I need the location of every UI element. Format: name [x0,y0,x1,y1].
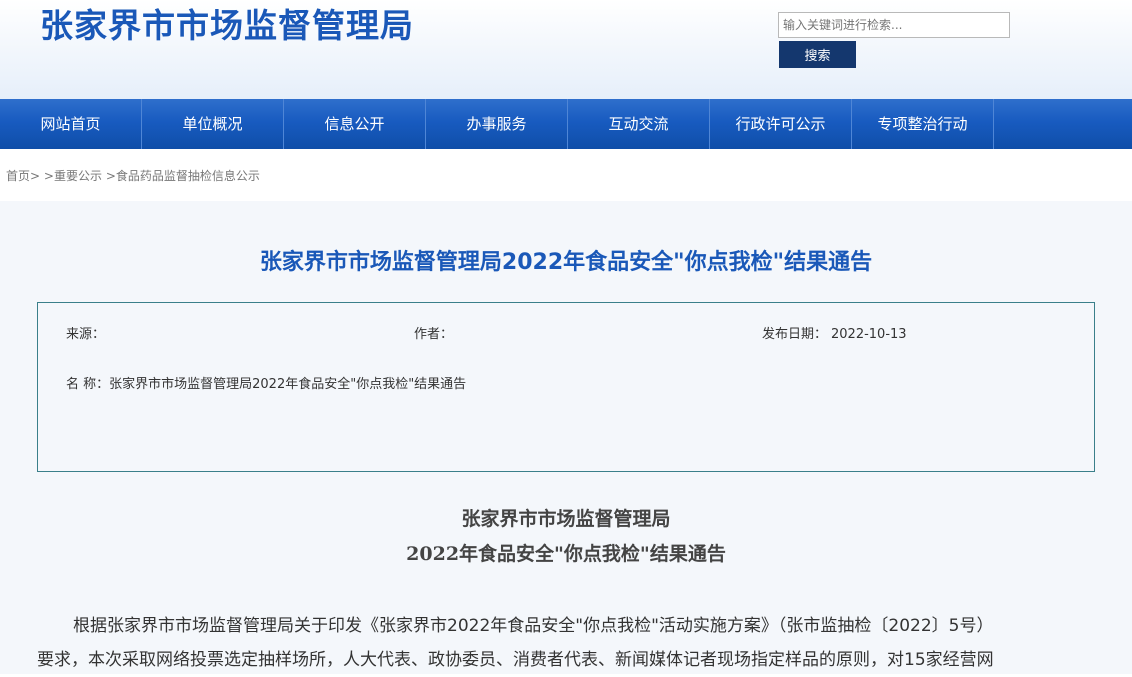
document-heading-org: 张家界市市场监督管理局 [461,508,671,530]
meta-author-label: 作者： [414,327,454,342]
nav-item-info-disclosure[interactable]: 信息公开 [284,99,426,149]
meta-name: 名 称：张家界市市场监督管理局2022年食品安全"你点我检"结果通告 [66,375,466,395]
nav-item-about[interactable]: 单位概况 [142,99,284,149]
meta-name-label: 名 称： [66,377,110,392]
meta-author: 作者： [414,325,453,345]
site-header: 张家界市市场监督管理局 搜索 [0,0,1132,99]
article-container: 张家界市市场监督管理局2022年食品安全"你点我检"结果通告 来源： 作者： 发… [0,201,1132,674]
search-input[interactable] [778,12,1010,38]
meta-name-value: 张家界市市场监督管理局2022年食品安全"你点我检"结果通告 [109,377,467,392]
body-paragraph-line: 根据张家界市市场监督管理局关于印发《张家界市2022年食品安全"你点我检"活动实… [73,616,994,636]
breadcrumb-food-drug-inspection[interactable]: 食品药品监督抽检信息公示 [116,169,260,183]
meta-source: 来源： [66,325,105,345]
nav-item-special-action[interactable]: 专项整治行动 [852,99,994,149]
article-body: 根据张家界市市场监督管理局关于印发《张家界市2022年食品安全"你点我检"活动实… [37,609,1097,677]
nav-item-interaction[interactable]: 互动交流 [568,99,710,149]
body-paragraph-line: 要求，本次采取网络投票选定抽样场所，人大代表、政协委员、消费者代表、新闻媒体记者… [37,650,994,670]
article-title: 张家界市市场监督管理局2022年食品安全"你点我检"结果通告 [259,250,873,275]
breadcrumb-separator: > [30,169,41,183]
breadcrumb-important-notices[interactable]: 重要公示 [54,169,102,183]
meta-date-label: 发布日期： [762,327,828,342]
nav-item-services[interactable]: 办事服务 [426,99,568,149]
nav-item-admin-permit[interactable]: 行政许可公示 [710,99,852,149]
search-button[interactable]: 搜索 [779,41,856,68]
breadcrumb: 首页> >重要公示 >食品药品监督抽检信息公示 [6,166,260,186]
document-heading-title: 2022年食品安全"你点我检"结果通告 [406,543,726,565]
nav-item-home[interactable]: 网站首页 [0,99,142,149]
meta-source-label: 来源： [66,327,106,342]
article-meta-box: 来源： 作者： 发布日期： 2022-10-13 名 称：张家界市市场监督管理局2… [37,302,1095,472]
meta-date: 发布日期： 2022-10-13 [762,325,907,345]
main-nav: 网站首页 单位概况 信息公开 办事服务 互动交流 行政许可公示 专项整治行动 [0,99,1132,149]
breadcrumb-separator: > [43,169,54,183]
breadcrumb-separator: > [105,169,116,183]
meta-date-value: 2022-10-13 [831,327,907,342]
breadcrumb-home[interactable]: 首页 [6,169,30,183]
site-title[interactable]: 张家界市市场监督管理局 [40,2,414,50]
